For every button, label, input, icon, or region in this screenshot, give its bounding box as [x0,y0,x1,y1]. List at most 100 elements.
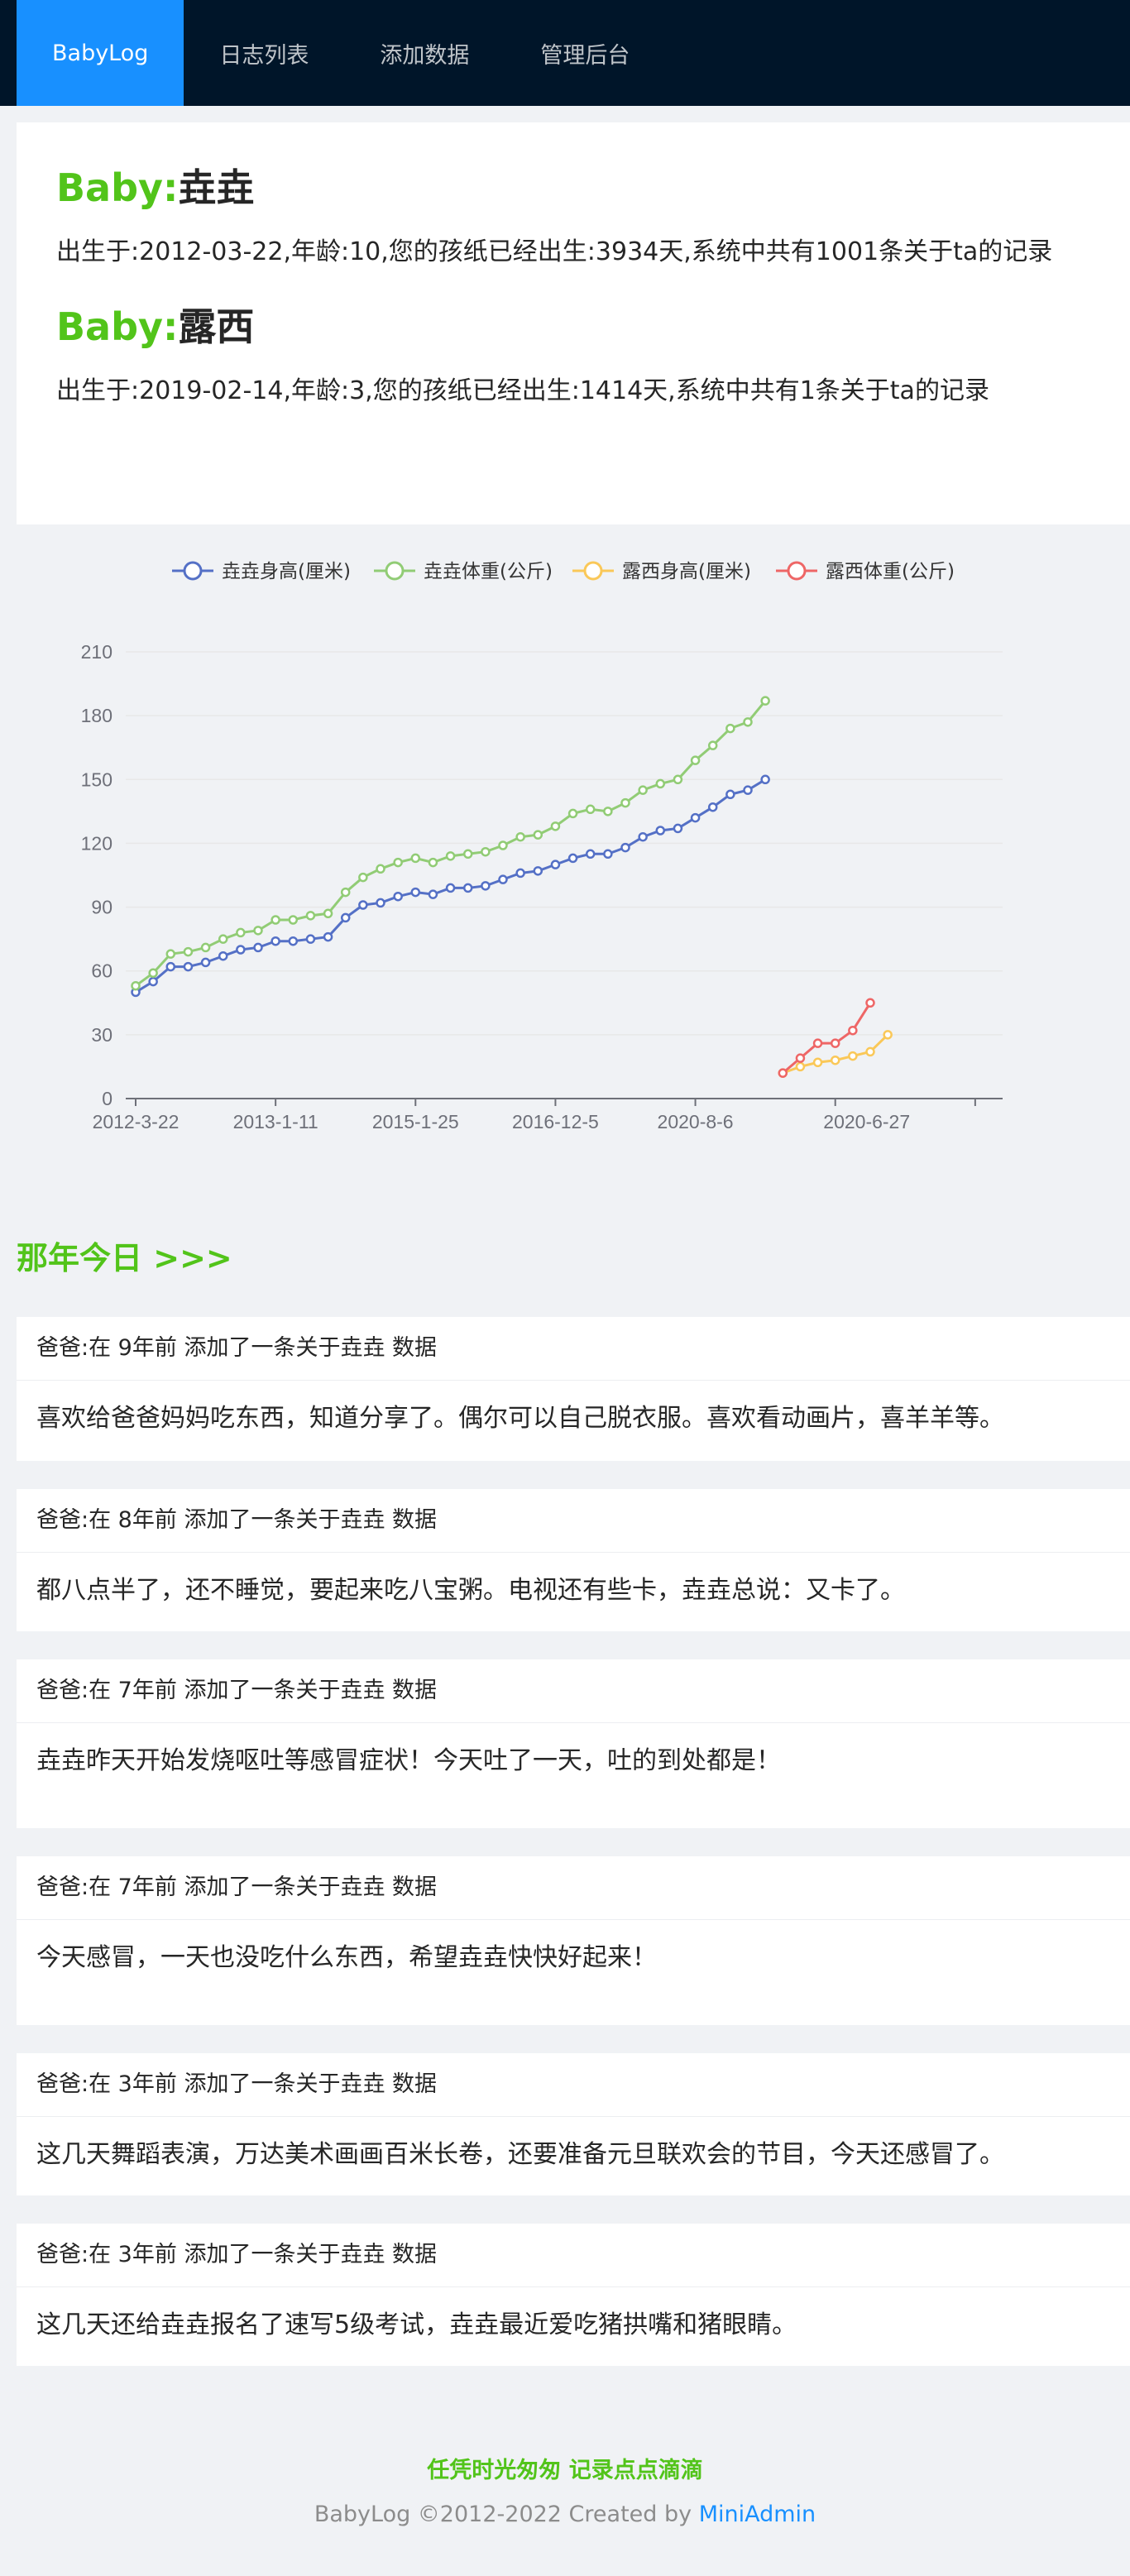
data-point [323,908,333,919]
data-point [603,807,613,816]
nav-item-log-list[interactable]: 日志列表 [184,0,344,106]
data-point [481,846,491,857]
data-point [131,980,141,991]
nav-item-babylog[interactable]: BabyLog [17,0,184,106]
footer-slogan: 任凭时光匆匆 记录点点滴滴 [427,2458,703,2483]
data-point [865,998,875,1008]
data-point [253,942,263,953]
x-tick-label: 2012-3-22 [93,1111,180,1132]
log-entry: 爸爸:在 3年前 添加了一条关于垚垚 数据 这几天还给垚垚报名了速写5级考试，垚… [17,2224,1130,2366]
legend-marker [583,561,603,581]
data-point [760,696,770,706]
nav-item-admin[interactable]: 管理后台 [505,0,665,106]
data-point [743,717,753,727]
log-entry-body: 今天感冒，一天也没吃什么东西，希望垚垚快快好起来！ [36,1943,657,1972]
baby-description: 出生于:2019-02-14,年龄:3,您的孩纸已经出生:1414天,系统中共有… [56,376,989,405]
data-point [183,946,194,957]
data-point [305,911,316,921]
data-point [638,785,648,795]
data-point [410,887,421,898]
today-section-title: 那年今日 >>> [17,1240,232,1276]
data-point [183,961,194,972]
data-point [253,926,263,936]
data-point [795,1053,806,1063]
data-point [236,927,246,938]
data-point [725,723,735,734]
data-point [410,853,421,864]
data-point [567,808,578,819]
x-tick-label: 2016-12-5 [512,1111,599,1132]
data-point [323,931,333,942]
growth-chart-svg: 0 30 60 90 120 150 180 210 2012-3-22 2013-1-11 201… [81,561,1003,1132]
growth-chart: 0 30 60 90 120 150 180 210 2012-3-22 2013-1-11 201… [0,538,1130,1150]
data-point [428,889,438,899]
data-point [707,802,718,812]
data-point [620,842,630,853]
y-tick-label: 90 [91,897,113,918]
data-point [848,1025,858,1036]
y-tick-label: 150 [81,768,113,790]
y-tick-label: 30 [91,1024,113,1046]
data-point [165,949,176,959]
baby-name: 露西 [178,304,255,349]
data-point [393,857,403,868]
log-entry-body: 都八点半了，还不睡觉，要起来吃八宝粥。电视还有些卡，垚垚总说：又卡了。 [36,1576,905,1605]
data-point [848,1051,858,1061]
log-entry-body: 喜欢给爸爸妈妈吃东西，知道分享了。偶尔可以自己脱衣服。喜欢看动画片，喜羊羊等。 [36,1404,1004,1433]
copyright-text: BabyLog ©2012-2022 Created by [314,2502,699,2527]
legend-label: 垚垚体重(公斤) [424,561,553,582]
x-tick-label: 2020-6-27 [823,1111,910,1132]
data-point [550,821,561,831]
data-point [778,1068,788,1078]
x-tick-label: 2020-8-6 [658,1111,734,1132]
y-tick-label: 120 [81,832,113,854]
nav-item-add-data[interactable]: 添加数据 [344,0,505,106]
data-point [795,1061,806,1072]
data-point [200,957,211,968]
log-entry-header: 爸爸:在 7年前 添加了一条关于垚垚 数据 [17,1856,1130,1920]
data-point [673,774,683,785]
baby-title: Baby:露西 [56,301,1090,352]
footer-copyright: BabyLog ©2012-2022 Created by MiniAdmin [0,2502,1130,2527]
legend-marker [385,561,405,581]
data-point [218,934,228,944]
miniadmin-link[interactable]: MiniAdmin [699,2502,816,2527]
data-point [481,881,491,891]
y-tick-label: 210 [81,641,113,663]
data-point [515,831,525,842]
log-entry-body: 这几天舞蹈表演，万达美术画画百米长卷，还要准备元旦联欢会的节目，今天还感冒了。 [36,2140,1004,2169]
baby-title: Baby:垚垚 [56,162,1090,213]
y-tick-label: 180 [81,705,113,726]
data-point [148,968,158,979]
legend-marker [787,561,807,581]
legend-marker [183,561,203,581]
baby-prefix: Baby: [56,304,179,349]
data-point [340,912,351,923]
log-entry: 爸爸:在 8年前 添加了一条关于垚垚 数据 都八点半了，还不睡觉，要起来吃八宝粥… [17,1489,1130,1631]
legend-label: 露西体重(公斤) [826,561,955,582]
baby-description: 出生于:2012-03-22,年龄:10,您的孩纸已经出生:3934天,系统中共… [56,237,1053,266]
data-point [638,831,648,842]
data-point [812,1057,823,1068]
data-point [498,874,508,884]
baby-name: 垚垚 [178,165,255,210]
data-point [655,826,666,836]
y-tick-label: 60 [91,960,113,982]
baby-info-card: Baby:垚垚 出生于:2012-03-22,年龄:10,您的孩纸已经出生:39… [17,122,1130,524]
data-point [445,851,456,861]
legend-label: 露西身高(厘米) [622,561,751,582]
data-point [690,755,701,765]
data-point [883,1030,893,1040]
data-point [812,1038,823,1048]
log-entry: 爸爸:在 7年前 添加了一条关于垚垚 数据 今天感冒，一天也没吃什么东西，希望垚… [17,1856,1130,2025]
data-point [673,823,683,834]
log-entry-header: 爸爸:在 9年前 添加了一条关于垚垚 数据 [17,1317,1130,1381]
data-point [305,934,316,944]
data-point [690,812,701,823]
data-point [358,872,368,883]
data-point [550,859,561,869]
data-point [585,849,596,859]
y-tick-label: 0 [102,1088,113,1109]
data-point [271,915,280,925]
log-entry-header: 爸爸:在 8年前 添加了一条关于垚垚 数据 [17,1489,1130,1553]
